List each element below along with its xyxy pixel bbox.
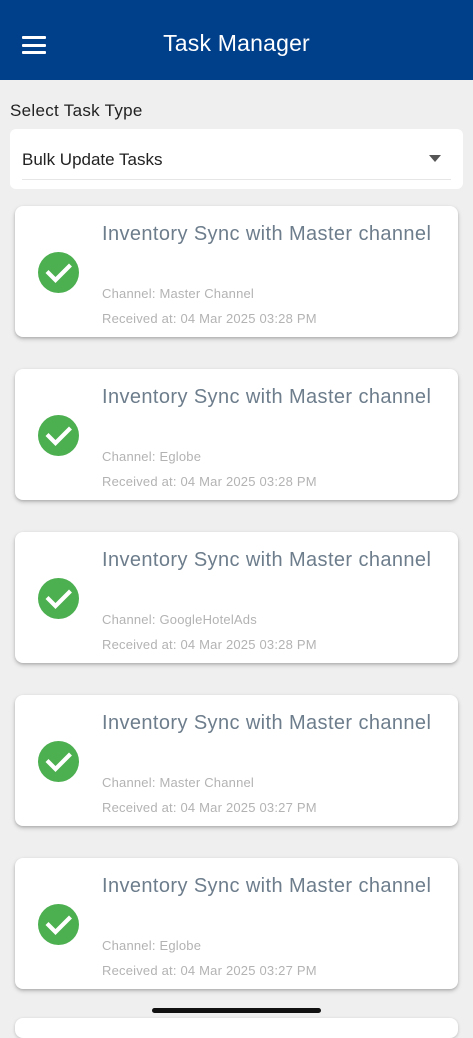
task-card[interactable]: Inventory Sync with Master channel Chann… [15, 206, 458, 337]
task-title: Inventory Sync with Master channel [102, 712, 432, 734]
task-channel: Channel: Master Channel [102, 775, 255, 790]
caret-down-icon[interactable] [429, 155, 441, 162]
task-type-label: Select Task Type [10, 101, 143, 120]
check-circle-icon [38, 578, 79, 619]
task-card-partial[interactable] [15, 1018, 458, 1038]
task-title: Inventory Sync with Master channel [102, 549, 432, 571]
task-type-dropdown[interactable]: Bulk Update Tasks [10, 129, 463, 189]
app-bar: Task Manager [0, 0, 473, 80]
task-channel: Channel: Eglobe [102, 938, 202, 953]
task-title: Inventory Sync with Master channel [102, 386, 432, 408]
task-title: Inventory Sync with Master channel [102, 875, 432, 897]
task-type-selected-value: Bulk Update Tasks [22, 150, 163, 169]
task-received-at: Received at: 04 Mar 2025 03:27 PM [102, 963, 317, 978]
task-card[interactable]: Inventory Sync with Master channel Chann… [15, 532, 458, 663]
task-received-at: Received at: 04 Mar 2025 03:28 PM [102, 637, 317, 652]
task-received-at: Received at: 04 Mar 2025 03:27 PM [102, 800, 317, 815]
task-received-at: Received at: 04 Mar 2025 03:28 PM [102, 474, 317, 489]
home-indicator[interactable] [152, 1008, 321, 1013]
task-channel: Channel: Eglobe [102, 449, 202, 464]
task-card[interactable]: Inventory Sync with Master channel Chann… [15, 695, 458, 826]
task-card[interactable]: Inventory Sync with Master channel Chann… [15, 858, 458, 989]
task-card[interactable]: Inventory Sync with Master channel Chann… [15, 369, 458, 500]
task-channel: Channel: Master Channel [102, 286, 255, 301]
check-circle-icon [38, 415, 79, 456]
dropdown-underline [22, 179, 451, 180]
task-received-at: Received at: 04 Mar 2025 03:28 PM [102, 311, 317, 326]
task-title: Inventory Sync with Master channel [102, 223, 432, 245]
check-circle-icon [38, 252, 79, 293]
check-circle-icon [38, 741, 79, 782]
task-channel: Channel: GoogleHotelAds [102, 612, 257, 627]
page-title: Task Manager [163, 30, 310, 56]
check-circle-icon [38, 904, 79, 945]
